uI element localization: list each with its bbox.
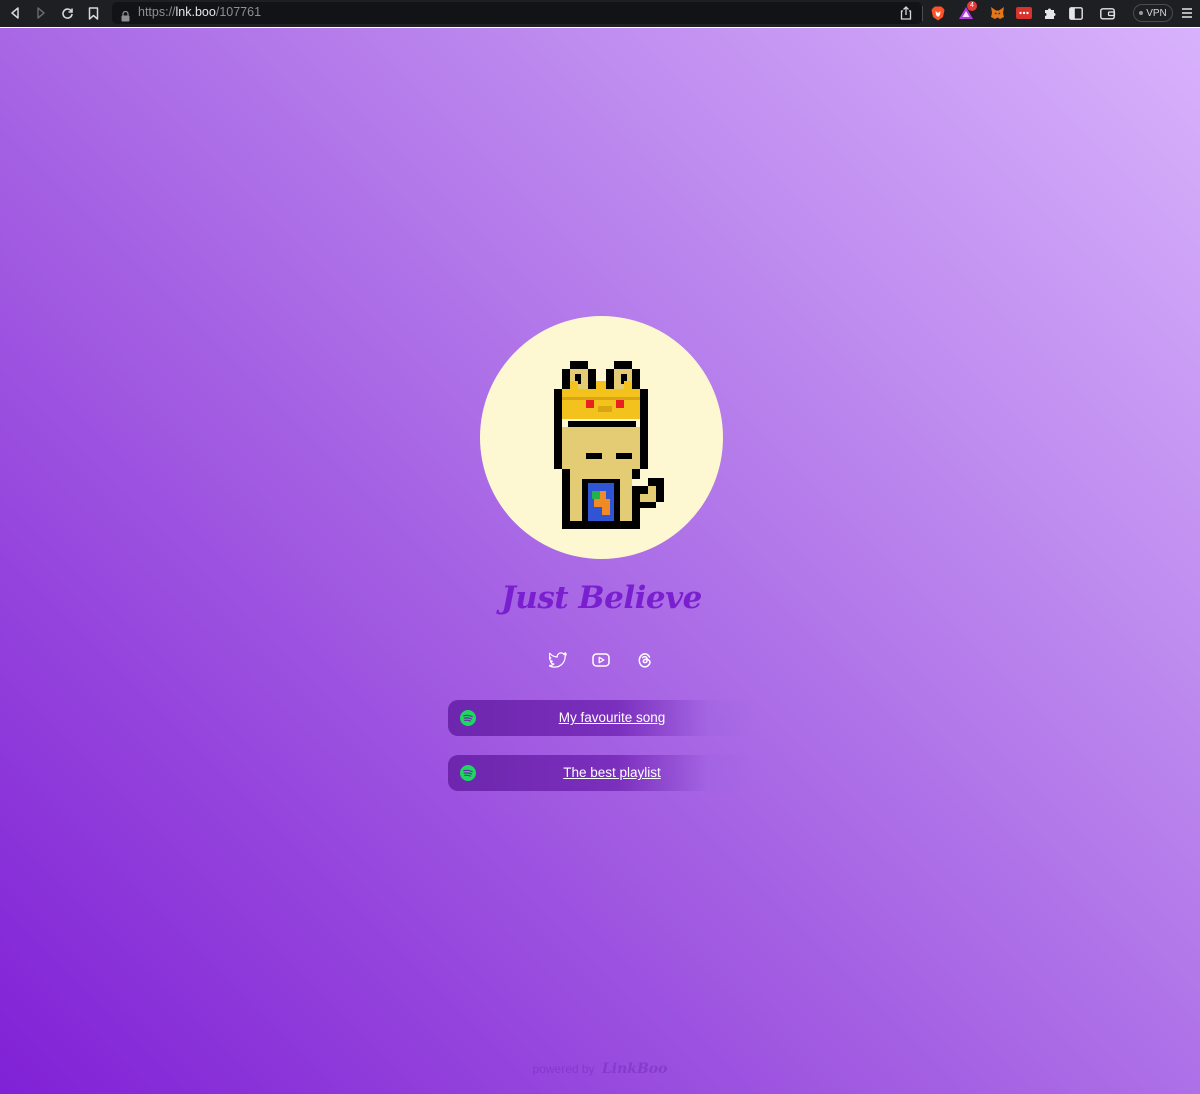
- browser-toolbar: https://lnk.boo/107761 4 VPN: [0, 0, 1200, 27]
- avatar: [480, 316, 723, 559]
- footer-brand[interactable]: LinkBoo: [602, 1061, 668, 1077]
- red-extension-icon[interactable]: [1016, 5, 1032, 21]
- rewards-icon[interactable]: 4: [958, 1, 977, 21]
- link-label: My favourite song: [558, 710, 666, 725]
- vpn-status-dot: [1139, 11, 1144, 15]
- url-path: /107761: [215, 5, 262, 19]
- back-icon[interactable]: [7, 5, 23, 21]
- link-button-best-playlist[interactable]: The best playlist: [448, 755, 754, 791]
- menu-icon[interactable]: [1179, 5, 1195, 21]
- address-bar[interactable]: https://lnk.boo/107761: [112, 2, 922, 24]
- brave-shield-icon[interactable]: [930, 5, 946, 21]
- lock-icon: [121, 7, 130, 26]
- toolbar-divider: [922, 6, 923, 21]
- url-text: https://lnk.boo/107761: [138, 5, 261, 19]
- vpn-button[interactable]: VPN: [1133, 4, 1173, 22]
- url-host: lnk.boo: [175, 5, 216, 19]
- forward-icon[interactable]: [33, 5, 49, 21]
- extensions-icon[interactable]: [1042, 5, 1058, 21]
- reload-icon[interactable]: [59, 5, 75, 21]
- wallet-icon[interactable]: [1100, 5, 1116, 21]
- page-title: Just Believe: [501, 580, 702, 616]
- metamask-icon[interactable]: [989, 5, 1005, 21]
- bookmark-icon[interactable]: [85, 5, 101, 21]
- threads-icon[interactable]: [635, 650, 655, 670]
- link-label: The best playlist: [563, 765, 661, 780]
- share-icon[interactable]: [898, 5, 914, 21]
- profile-page: Just Believe My favourite song The best …: [0, 28, 1200, 1094]
- notification-badge: 4: [967, 1, 977, 11]
- vpn-label: VPN: [1146, 7, 1167, 19]
- footer-prefix: powered by: [532, 1062, 595, 1076]
- link-button-favourite-song[interactable]: My favourite song: [448, 700, 754, 736]
- pixel-cat-with-crown: [554, 361, 664, 529]
- twitter-icon[interactable]: [548, 650, 568, 670]
- youtube-icon[interactable]: [591, 650, 611, 670]
- footer[interactable]: powered by LinkBoo: [400, 1061, 800, 1077]
- url-scheme: https://: [138, 5, 176, 19]
- sidebar-icon[interactable]: [1068, 5, 1084, 21]
